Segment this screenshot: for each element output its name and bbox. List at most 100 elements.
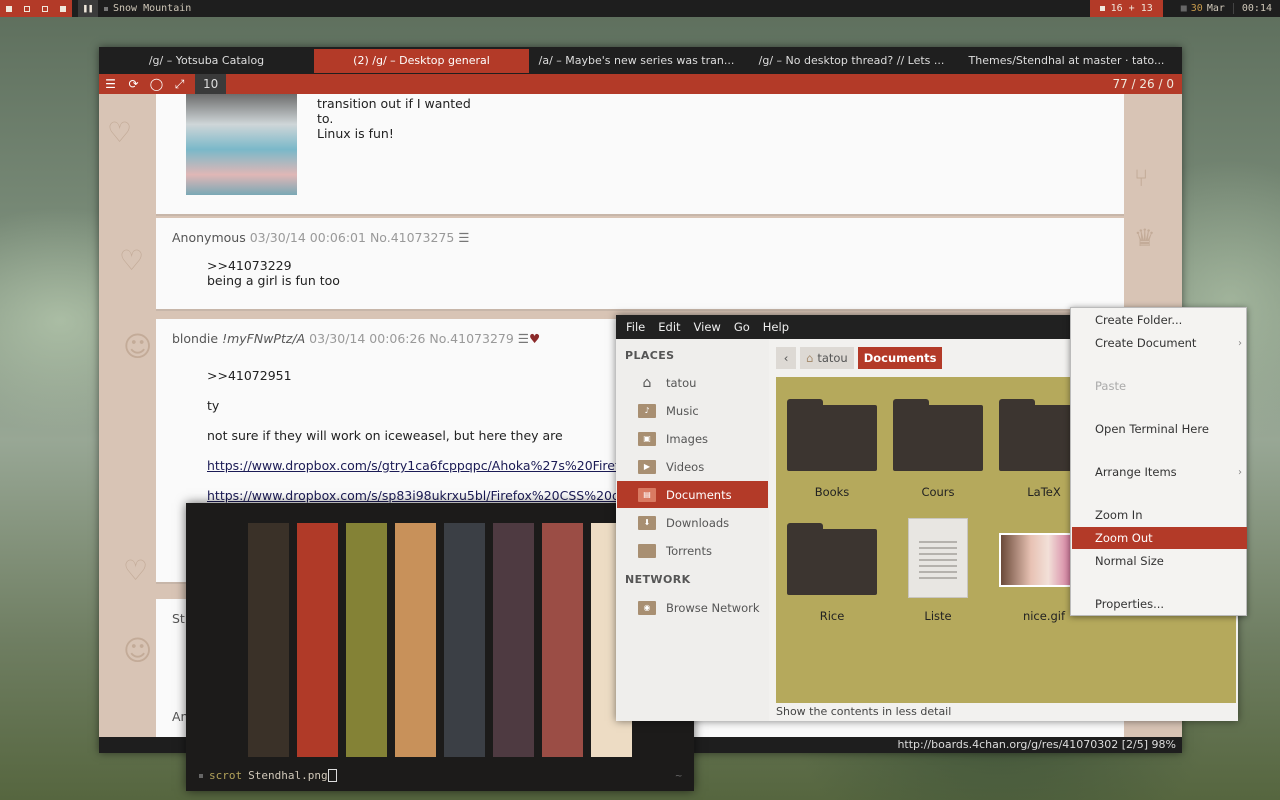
comment-icon[interactable]: ◯ — [145, 74, 168, 94]
poster-name: Anonymous — [172, 230, 246, 245]
downloads-folder-icon: ⬇ — [638, 515, 656, 530]
sidebar-item-browse-network[interactable]: ◉ Browse Network — [617, 594, 768, 621]
videos-folder-icon: ▶ — [638, 459, 656, 474]
tab-no-desktop-thread[interactable]: /g/ – No desktop thread? // Lets ... — [744, 47, 959, 74]
menu-item-properties[interactable]: Properties... — [1072, 593, 1247, 615]
menu-go[interactable]: Go — [734, 320, 750, 334]
terminal-cwd: ~ — [675, 769, 682, 782]
expand-icon[interactable]: ⤢ — [168, 74, 191, 94]
menu-file[interactable]: File — [626, 320, 645, 334]
breadcrumb-home[interactable]: ⌂ tatou — [800, 347, 854, 369]
mail-indicator[interactable]: 16 + 13 — [1089, 0, 1163, 17]
places-sidebar: PLACES ⌂ tatou ♪ Music ▣ Images ▶ Videos ▤ Do… — [616, 339, 769, 721]
menu-item-create-document[interactable]: Create Document › — [1072, 332, 1247, 354]
menu-item-paste: Paste — [1072, 375, 1247, 397]
color-swatch — [493, 523, 534, 757]
menu-item-arrange-items[interactable]: Arrange Items › — [1072, 461, 1247, 483]
color-swatch — [346, 523, 387, 757]
menu-item-label: Paste — [1095, 379, 1127, 393]
file-label: Rice — [819, 609, 845, 623]
menu-item-normal-size[interactable]: Normal Size — [1072, 550, 1247, 572]
menu-item-open-terminal[interactable]: Open Terminal Here — [1072, 418, 1247, 440]
sidebar-item-downloads[interactable]: ⬇ Downloads — [617, 509, 768, 536]
sidebar-item-videos[interactable]: ▶ Videos — [617, 453, 768, 480]
mail-icon — [1099, 6, 1105, 11]
menu-item-label: Create Folder... — [1095, 313, 1183, 327]
workspace-tag-4[interactable] — [54, 0, 72, 17]
clock: 00:14 — [1232, 3, 1280, 14]
back-button[interactable]: ‹ — [776, 347, 796, 369]
file-item-liste[interactable]: Liste — [890, 518, 986, 623]
status-bar: Show the contents in less detail — [776, 705, 952, 718]
sidebar-item-documents[interactable]: ▤ Documents — [617, 481, 768, 508]
menu-item-zoom-in[interactable]: Zoom In — [1072, 504, 1247, 526]
tab-themes-stendhal[interactable]: Themes/Stendhal at master · tato... — [959, 47, 1174, 74]
smiley-icon: ☺ — [123, 330, 153, 363]
post-number[interactable]: No.41073279 — [429, 331, 513, 346]
post: Anonymous 03/30/14 00:06:01 No.41073275 … — [156, 218, 1124, 311]
file-item-rice[interactable]: Rice — [784, 523, 880, 623]
chevron-right-icon: › — [1238, 466, 1242, 478]
dropbox-link[interactable]: https://www.dropbox.com/s/gtry1ca6fcppqp… — [207, 458, 634, 473]
sidebar-item-label: tatou — [666, 375, 697, 390]
heart-icon: ♡ — [119, 244, 145, 277]
post-date: 03/30/14 00:06:26 — [309, 331, 426, 346]
tab-desktop-general[interactable]: (2) /g/ – Desktop general — [314, 48, 529, 73]
dropbox-link[interactable]: https://www.dropbox.com/s/sp83i98ukrxu5b… — [207, 488, 634, 503]
workspace-tag-1[interactable] — [0, 0, 18, 17]
menu-item-zoom-out[interactable]: Zoom Out — [1072, 527, 1247, 549]
music-folder-icon: ♪ — [638, 403, 656, 418]
sidebar-item-label: Documents — [666, 487, 732, 502]
color-swatch — [297, 523, 338, 757]
workspace-tag-2[interactable] — [18, 0, 36, 17]
window-title-text: Snow Mountain — [113, 3, 192, 14]
documents-folder-icon: ▤ — [638, 487, 656, 502]
sidebar-item-images[interactable]: ▣ Images — [617, 425, 768, 452]
tab-yotsuba-catalog[interactable]: /g/ – Yotsuba Catalog — [99, 47, 314, 74]
menu-item-create-folder[interactable]: Create Folder... — [1072, 309, 1247, 331]
post: transition out if I wanted to. Linux is … — [156, 94, 1124, 216]
workspace-tag-3[interactable] — [36, 0, 54, 17]
terminal-cursor — [327, 769, 337, 782]
home-icon: ⌂ — [806, 351, 814, 365]
chef-hat-icon: ♛ — [1134, 224, 1156, 252]
reload-icon[interactable]: ⟳ — [122, 74, 145, 94]
breadcrumb-current[interactable]: Documents — [857, 347, 943, 369]
sidebar-item-torrents[interactable]: Torrents — [617, 537, 768, 564]
nav-bar: ☰ ⟳ ◯ ⤢ 10 77 / 26 / 0 — [99, 74, 1182, 94]
mail-count: 16 + 13 — [1110, 3, 1153, 14]
layout-icon[interactable]: ❚❚ — [78, 0, 98, 17]
date-day: 30 — [1190, 3, 1203, 14]
workspace-tags — [0, 0, 72, 17]
menu-icon[interactable]: ☰ — [99, 74, 122, 94]
terminal-prompt[interactable]: scrot Stendhal.png — [199, 769, 337, 782]
menu-item-label: Zoom In — [1095, 508, 1143, 522]
heart-icon: ♡ — [107, 116, 133, 149]
post-date: 03/30/14 00:06:01 — [249, 230, 366, 245]
post-menu-icon[interactable]: ☰ — [518, 331, 529, 346]
terminal-args: Stendhal.png — [248, 769, 328, 782]
window-title-icon — [104, 6, 108, 11]
post-text: Linux is fun! — [317, 126, 394, 141]
quote-link[interactable]: >>41073229 — [207, 258, 1124, 273]
tab-maybe-series[interactable]: /a/ – Maybe's new series was tran... — [529, 47, 744, 74]
sidebar-item-label: Music — [666, 403, 699, 418]
places-header: PLACES — [625, 349, 675, 362]
menu-edit[interactable]: Edit — [658, 320, 680, 334]
file-item-books[interactable]: Books — [784, 399, 880, 499]
menu-help[interactable]: Help — [763, 320, 789, 334]
color-swatch — [248, 523, 289, 757]
sidebar-item-label: Downloads — [666, 515, 730, 530]
file-item-cours[interactable]: Cours — [890, 399, 986, 499]
post-text: to. — [317, 111, 334, 126]
color-swatch — [444, 523, 485, 757]
post-menu-icon[interactable]: ☰ — [458, 230, 469, 245]
menu-view[interactable]: View — [694, 320, 721, 334]
heart-icon[interactable]: ♥ — [529, 331, 540, 346]
menu-item-label: Create Document — [1095, 336, 1197, 350]
sidebar-item-tatou[interactable]: ⌂ tatou — [617, 369, 768, 396]
sidebar-item-label: Videos — [666, 459, 705, 474]
sidebar-item-music[interactable]: ♪ Music — [617, 397, 768, 424]
prompt-icon — [199, 773, 203, 778]
post-number[interactable]: No.41073275 — [370, 230, 454, 245]
